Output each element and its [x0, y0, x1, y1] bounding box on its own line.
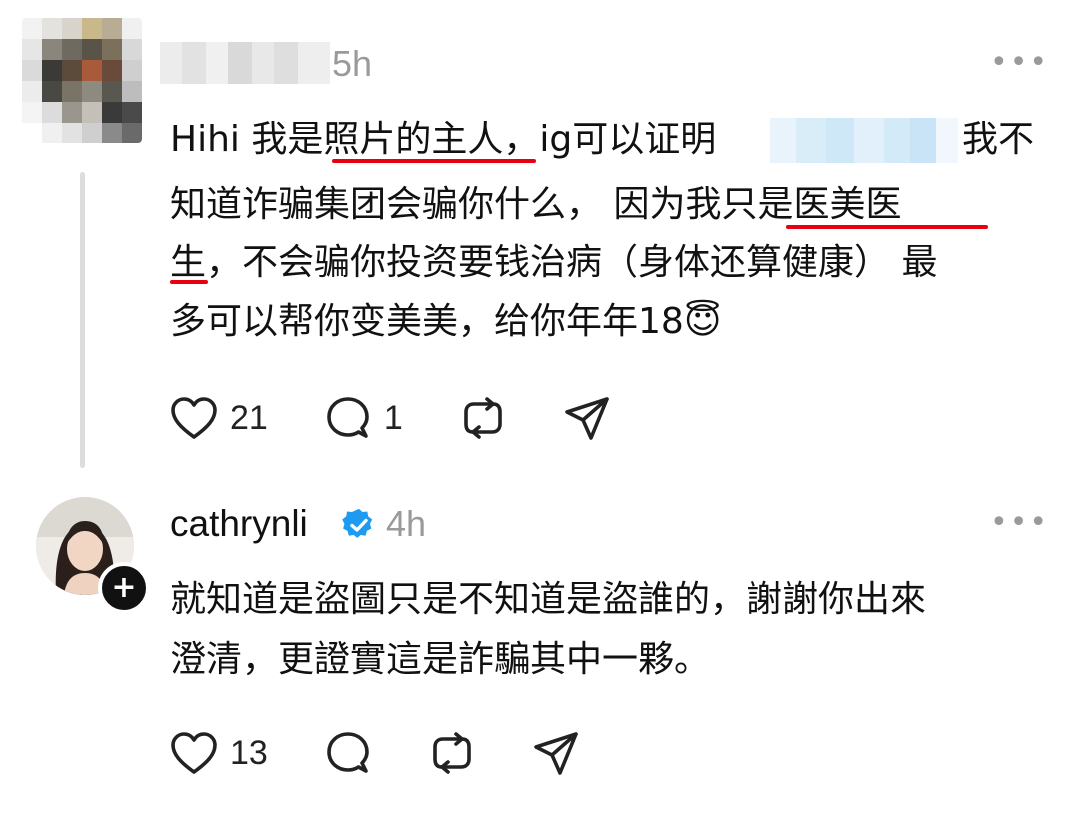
post-text-line-2: 知道诈骗集团会骗你什么， 因为我只是医美医 — [170, 178, 901, 231]
avatar-redacted[interactable] — [22, 18, 142, 143]
author-name-redacted[interactable] — [160, 42, 330, 84]
text-segment: ，ig可以证明 — [503, 119, 717, 160]
reply-count: 1 — [383, 398, 403, 437]
repost-button[interactable] — [428, 729, 476, 777]
post-text-line-3: 生，不会骗你投资要钱治病（身体还算健康） 最 — [170, 236, 937, 289]
redacted-handle — [770, 118, 958, 163]
text-segment: 我不 — [962, 119, 1035, 160]
text-segment: 多可以帮你变美美，给你年年18 — [170, 301, 684, 342]
text-segment-highlighted: 照片的主人 — [323, 119, 504, 160]
share-icon — [534, 732, 578, 775]
heart-icon — [171, 732, 217, 774]
share-button[interactable] — [563, 394, 611, 442]
text-segment: ，不会骗你投资要钱治病（身体还算健康） 最 — [206, 242, 938, 283]
post-text-line-4: 多可以帮你变美美，给你年年18😇 — [170, 295, 721, 348]
post-actions: 13 — [170, 728, 636, 778]
plus-icon: + — [111, 570, 137, 605]
like-count: 21 — [230, 398, 268, 437]
red-underline — [786, 225, 988, 229]
post-time: 5h — [332, 43, 373, 84]
follow-button[interactable]: + — [98, 562, 150, 614]
heart-icon — [171, 397, 217, 439]
post-text-line-1-tail: 我不 — [962, 113, 1034, 166]
repost-icon — [463, 397, 502, 439]
post-text-line-1: 就知道是盜圖只是不知道是盜誰的，謝謝你出來 — [170, 579, 927, 620]
like-count: 13 — [230, 733, 268, 772]
reply-button[interactable] — [324, 729, 372, 777]
repost-icon — [433, 732, 471, 774]
share-button[interactable] — [532, 729, 580, 777]
more-icon[interactable]: ••• — [990, 505, 1049, 540]
username[interactable]: cathrynli — [170, 503, 308, 545]
comment-icon — [327, 732, 369, 773]
text-segment-highlighted: 生 — [170, 242, 207, 283]
post-actions: 21 1 — [170, 393, 667, 443]
repost-button[interactable] — [459, 394, 507, 442]
reply-button[interactable]: 1 — [324, 394, 403, 442]
text-segment-highlighted: 只是医美医 — [721, 184, 902, 225]
text-segment: Hihi 我是 — [170, 119, 324, 160]
red-underline — [170, 280, 208, 284]
comment-icon — [327, 397, 369, 438]
halo-emoji: 😇 — [683, 301, 722, 342]
red-underline — [332, 159, 536, 163]
thread-line — [80, 172, 85, 468]
like-button[interactable]: 21 — [170, 396, 268, 440]
post-time: 4h — [386, 503, 427, 544]
verified-badge-icon — [342, 508, 373, 538]
post-text-line-2: 澄清，更證實這是詐騙其中一夥。 — [170, 639, 711, 680]
more-icon[interactable]: ••• — [990, 45, 1049, 80]
text-segment: 知道诈骗集团会骗你什么， 因为我 — [170, 184, 722, 225]
share-icon — [564, 397, 609, 440]
like-button[interactable]: 13 — [170, 731, 268, 775]
